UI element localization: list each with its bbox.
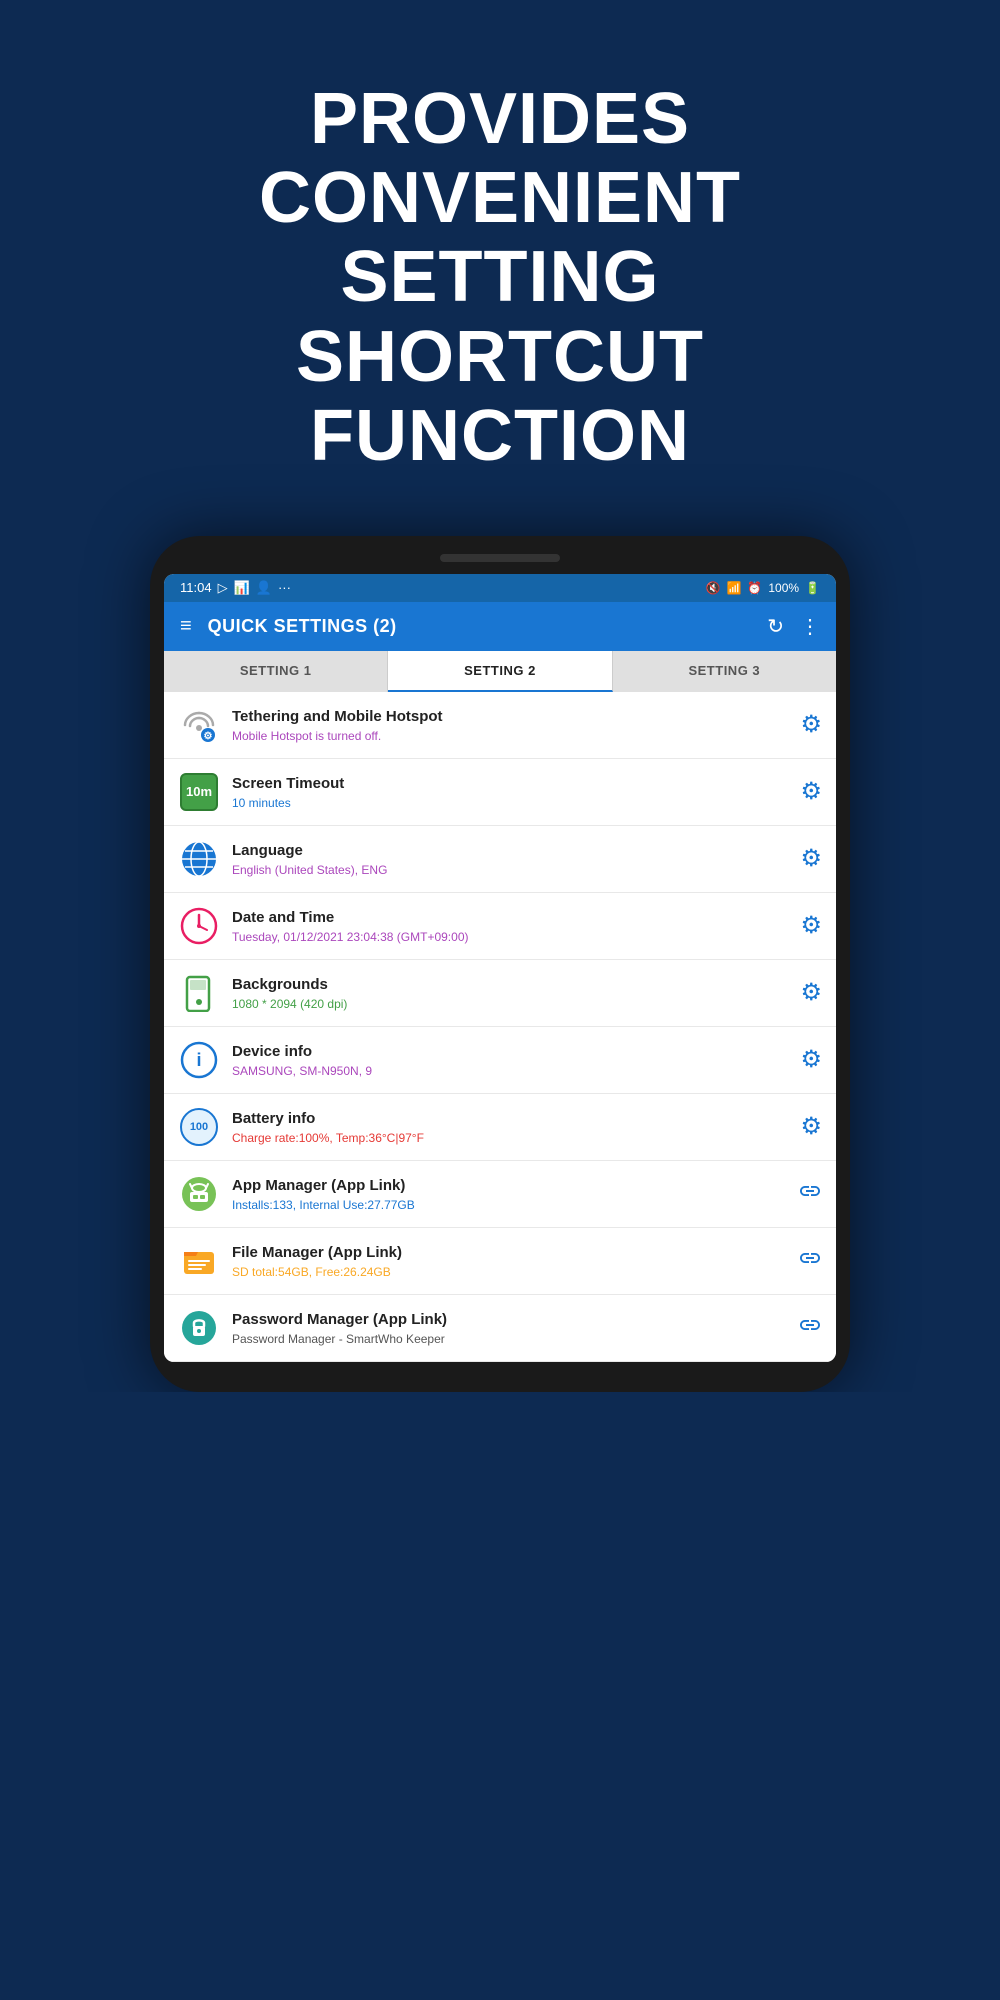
- file-manager-icon: [178, 1240, 220, 1282]
- file-manager-content: File Manager (App Link) SD total:54GB, F…: [232, 1243, 786, 1279]
- tethering-icon: ⚙: [178, 704, 220, 746]
- battery-info-gear[interactable]: ⚙: [800, 1112, 822, 1141]
- file-manager-subtitle: SD total:54GB, Free:26.24GB: [232, 1265, 786, 1279]
- setting-item-password-manager[interactable]: Password Manager (App Link) Password Man…: [164, 1295, 836, 1362]
- app-toolbar: ≡ QUICK SETTINGS (2) ↻ ⋮: [164, 602, 836, 651]
- tabs-bar: SETTING 1 SETTING 2 SETTING 3: [164, 651, 836, 692]
- password-manager-title: Password Manager (App Link): [232, 1310, 786, 1330]
- language-title: Language: [232, 841, 788, 861]
- status-icon-chart: 📊: [234, 580, 250, 596]
- language-icon: [178, 838, 220, 880]
- phone-frame: 11:04 ▷ 📊 👤 ··· 🔇 📶 ⏰ 100% 🔋 ≡ QUICK SET…: [150, 536, 850, 1392]
- password-manager-content: Password Manager (App Link) Password Man…: [232, 1310, 786, 1346]
- status-icon-play: ▷: [218, 580, 228, 596]
- app-manager-icon: [178, 1173, 220, 1215]
- tab-setting1[interactable]: SETTING 1: [164, 651, 388, 692]
- language-subtitle: English (United States), ENG: [232, 863, 788, 877]
- app-manager-title: App Manager (App Link): [232, 1176, 786, 1196]
- setting-item-backgrounds[interactable]: Backgrounds 1080 * 2094 (420 dpi) ⚙: [164, 960, 836, 1027]
- status-icon-mute: 🔇: [705, 581, 720, 595]
- screen-timeout-gear[interactable]: ⚙: [800, 777, 822, 806]
- file-manager-link[interactable]: [798, 1246, 822, 1276]
- status-icon-alarm: ⏰: [747, 581, 762, 595]
- tethering-gear[interactable]: ⚙: [800, 710, 822, 739]
- hero-text: PROVIDES CONVENIENT SETTING SHORTCUT FUN…: [60, 40, 940, 506]
- settings-list: ⚙ Tethering and Mobile Hotspot Mobile Ho…: [164, 692, 836, 1362]
- device-info-gear[interactable]: ⚙: [800, 1045, 822, 1074]
- hero-section: PROVIDES CONVENIENT SETTING SHORTCUT FUN…: [0, 0, 1000, 536]
- setting-item-battery-info[interactable]: 100 Battery info Charge rate:100%, Temp:…: [164, 1094, 836, 1161]
- status-icon-wifi: 📶: [726, 581, 741, 595]
- tethering-content: Tethering and Mobile Hotspot Mobile Hots…: [232, 707, 788, 743]
- phone-notch: [440, 554, 560, 562]
- toolbar-title: QUICK SETTINGS (2): [208, 616, 752, 637]
- svg-text:⚙: ⚙: [204, 731, 213, 742]
- screen-timeout-subtitle: 10 minutes: [232, 796, 788, 810]
- svg-text:i: i: [196, 1050, 201, 1070]
- app-manager-link[interactable]: [798, 1179, 822, 1209]
- backgrounds-subtitle: 1080 * 2094 (420 dpi): [232, 997, 788, 1011]
- app-manager-content: App Manager (App Link) Installs:133, Int…: [232, 1176, 786, 1212]
- bottom-bg: [0, 1392, 1000, 1592]
- hero-line1: PROVIDES: [310, 79, 690, 159]
- screen-timeout-icon: 10m: [178, 771, 220, 813]
- tethering-subtitle: Mobile Hotspot is turned off.: [232, 729, 788, 743]
- password-manager-link[interactable]: [798, 1313, 822, 1343]
- backgrounds-gear[interactable]: ⚙: [800, 978, 822, 1007]
- password-manager-subtitle: Password Manager - SmartWho Keeper: [232, 1332, 786, 1346]
- status-dots: ···: [278, 580, 291, 595]
- file-manager-title: File Manager (App Link): [232, 1243, 786, 1263]
- setting-item-datetime[interactable]: Date and Time Tuesday, 01/12/2021 23:04:…: [164, 893, 836, 960]
- refresh-button[interactable]: ↻: [767, 614, 784, 639]
- backgrounds-icon: [178, 972, 220, 1014]
- hero-line3: SHORTCUT FUNCTION: [296, 317, 704, 476]
- tab-setting2[interactable]: SETTING 2: [388, 651, 612, 692]
- tab-setting3[interactable]: SETTING 3: [613, 651, 836, 692]
- datetime-content: Date and Time Tuesday, 01/12/2021 23:04:…: [232, 908, 788, 944]
- setting-item-file-manager[interactable]: File Manager (App Link) SD total:54GB, F…: [164, 1228, 836, 1295]
- setting-item-screen-timeout[interactable]: 10m Screen Timeout 10 minutes ⚙: [164, 759, 836, 826]
- backgrounds-content: Backgrounds 1080 * 2094 (420 dpi): [232, 975, 788, 1011]
- setting-item-device-info[interactable]: i Device info SAMSUNG, SM-N950N, 9 ⚙: [164, 1027, 836, 1094]
- status-icon-battery: 🔋: [805, 581, 820, 595]
- setting-item-language[interactable]: Language English (United States), ENG ⚙: [164, 826, 836, 893]
- screen-timeout-content: Screen Timeout 10 minutes: [232, 774, 788, 810]
- hero-line2: CONVENIENT SETTING: [259, 158, 741, 317]
- status-bar-right: 🔇 📶 ⏰ 100% 🔋: [705, 581, 820, 595]
- more-button[interactable]: ⋮: [800, 614, 820, 639]
- language-gear[interactable]: ⚙: [800, 844, 822, 873]
- backgrounds-title: Backgrounds: [232, 975, 788, 995]
- battery-info-subtitle: Charge rate:100%, Temp:36°C|97°F: [232, 1131, 788, 1145]
- battery-info-title: Battery info: [232, 1109, 788, 1129]
- tethering-title: Tethering and Mobile Hotspot: [232, 707, 788, 727]
- device-info-subtitle: SAMSUNG, SM-N950N, 9: [232, 1064, 788, 1078]
- setting-item-tethering[interactable]: ⚙ Tethering and Mobile Hotspot Mobile Ho…: [164, 692, 836, 759]
- datetime-title: Date and Time: [232, 908, 788, 928]
- datetime-subtitle: Tuesday, 01/12/2021 23:04:38 (GMT+09:00): [232, 930, 788, 944]
- setting-item-app-manager[interactable]: App Manager (App Link) Installs:133, Int…: [164, 1161, 836, 1228]
- phone-screen: 11:04 ▷ 📊 👤 ··· 🔇 📶 ⏰ 100% 🔋 ≡ QUICK SET…: [164, 574, 836, 1362]
- language-content: Language English (United States), ENG: [232, 841, 788, 877]
- status-bar-left: 11:04 ▷ 📊 👤 ···: [180, 580, 291, 596]
- menu-button[interactable]: ≡: [180, 615, 192, 638]
- status-battery-text: 100%: [768, 581, 799, 595]
- device-info-icon: i: [178, 1039, 220, 1081]
- datetime-icon: [178, 905, 220, 947]
- status-icon-person: 👤: [256, 580, 272, 596]
- screen-timeout-title: Screen Timeout: [232, 774, 788, 794]
- status-time: 11:04: [180, 580, 212, 595]
- battery-info-icon: 100: [178, 1106, 220, 1148]
- password-manager-icon: [178, 1307, 220, 1349]
- status-bar: 11:04 ▷ 📊 👤 ··· 🔇 📶 ⏰ 100% 🔋: [164, 574, 836, 602]
- battery-info-content: Battery info Charge rate:100%, Temp:36°C…: [232, 1109, 788, 1145]
- app-manager-subtitle: Installs:133, Internal Use:27.77GB: [232, 1198, 786, 1212]
- device-info-title: Device info: [232, 1042, 788, 1062]
- datetime-gear[interactable]: ⚙: [800, 911, 822, 940]
- device-info-content: Device info SAMSUNG, SM-N950N, 9: [232, 1042, 788, 1078]
